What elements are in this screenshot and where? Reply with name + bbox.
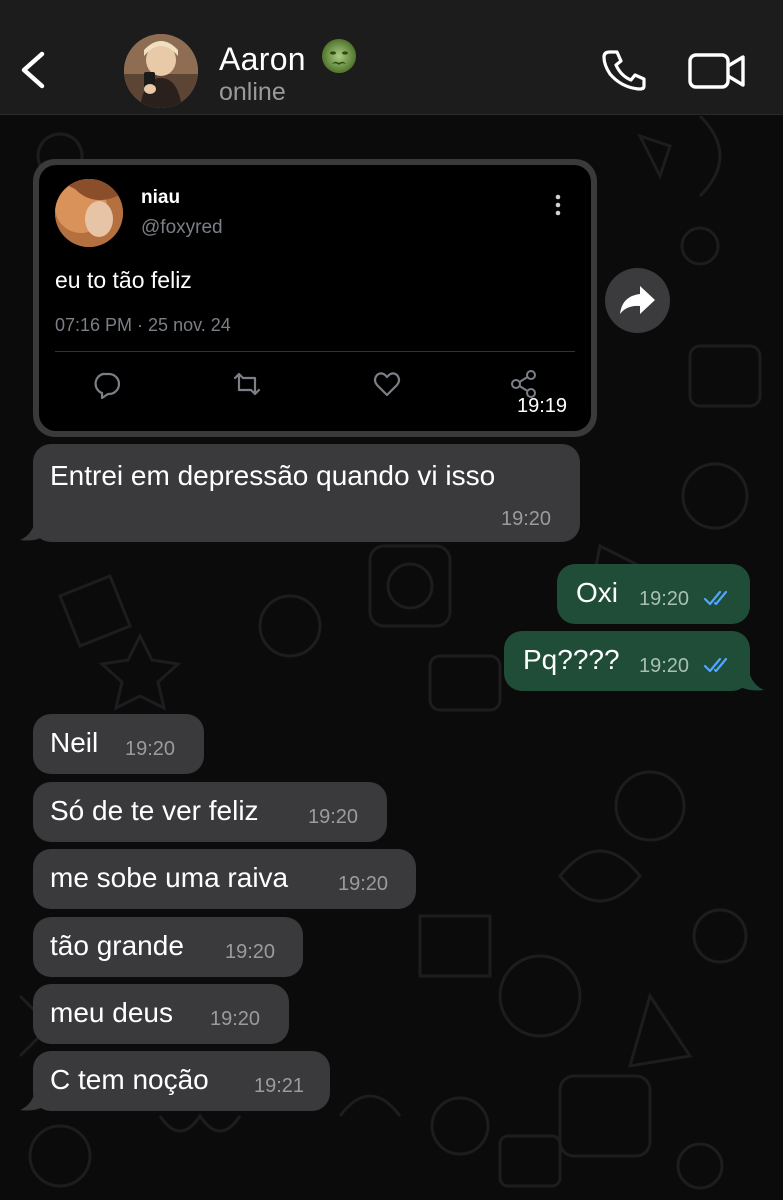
- reply-icon[interactable]: [91, 369, 121, 399]
- bubble-tail: [738, 666, 764, 691]
- message-time: 19:20: [639, 655, 690, 677]
- tweet-divider: [55, 351, 575, 352]
- contact-avatar[interactable]: [124, 34, 198, 108]
- tweet-text: eu to tão feliz: [55, 267, 192, 293]
- tweet-author-avatar: [55, 179, 123, 247]
- tweet-author-handle: @foxyred: [141, 217, 223, 238]
- contact-name-text: Aaron: [219, 41, 306, 77]
- chat-area[interactable]: niau @foxyred eu to tão feliz 07:16 PM ·…: [0, 116, 783, 1200]
- message-bubble-incoming[interactable]: Entrei em depressão quando vi isso 19:20: [33, 444, 580, 542]
- tweet-author-name: niau: [141, 187, 181, 208]
- message-bubble-outgoing[interactable]: Pq???? 19:20: [504, 631, 750, 691]
- message-text: C tem noção: [50, 1064, 209, 1095]
- chat-header: Aaron online: [0, 0, 783, 115]
- message-bubble-outgoing[interactable]: Oxi 19:20: [557, 564, 750, 624]
- forward-button[interactable]: [605, 268, 670, 333]
- message-bubble-incoming[interactable]: me sobe uma raiva 19:20: [33, 849, 416, 909]
- phone-icon[interactable]: [600, 48, 648, 92]
- read-receipt-icon: [703, 590, 728, 606]
- message-text: Neil: [50, 727, 99, 758]
- message-text: Só de te ver feliz: [50, 795, 259, 826]
- tweet-card[interactable]: niau @foxyred eu to tão feliz 07:16 PM ·…: [39, 165, 591, 431]
- chevron-left-icon[interactable]: [14, 48, 54, 92]
- retweet-icon[interactable]: [232, 369, 262, 399]
- more-options-icon[interactable]: [551, 193, 565, 217]
- contact-name[interactable]: Aaron: [219, 38, 357, 82]
- bubble-tail: [20, 1086, 46, 1111]
- tweet-date: 07:16 PM · 25 nov. 24: [55, 315, 231, 335]
- message-text: Oxi: [576, 577, 618, 608]
- bubble-tail: [20, 516, 46, 541]
- message-text: Entrei em depressão quando vi isso: [50, 460, 496, 491]
- like-icon[interactable]: [372, 369, 402, 399]
- message-time: 19:20: [501, 508, 552, 530]
- tweet-card-bubble[interactable]: niau @foxyred eu to tão feliz 07:16 PM ·…: [33, 159, 597, 437]
- message-bubble-incoming[interactable]: Neil 19:20: [33, 714, 204, 774]
- contact-status: online: [219, 78, 286, 106]
- message-time: 19:19: [517, 395, 568, 417]
- message-time: 19:20: [338, 873, 389, 895]
- message-text: meu deus: [50, 997, 173, 1028]
- nauseated-face-emoji: [321, 38, 357, 82]
- message-time: 19:20: [125, 738, 176, 760]
- video-camera-icon[interactable]: [688, 52, 746, 90]
- message-bubble-incoming[interactable]: tão grande 19:20: [33, 917, 303, 977]
- message-bubble-incoming[interactable]: C tem noção 19:21: [33, 1051, 330, 1111]
- message-text: Pq????: [523, 644, 620, 675]
- forward-arrow-icon: [620, 286, 655, 314]
- message-time: 19:20: [225, 941, 276, 963]
- message-time: 19:20: [639, 588, 690, 610]
- message-time: 19:21: [254, 1075, 305, 1097]
- read-receipt-icon: [703, 657, 728, 673]
- message-text: tão grande: [50, 930, 184, 961]
- message-text: me sobe uma raiva: [50, 862, 289, 893]
- message-time: 19:20: [210, 1008, 261, 1030]
- message-bubble-incoming[interactable]: meu deus 19:20: [33, 984, 289, 1044]
- message-bubble-incoming[interactable]: Só de te ver feliz 19:20: [33, 782, 387, 842]
- message-time: 19:20: [308, 806, 359, 828]
